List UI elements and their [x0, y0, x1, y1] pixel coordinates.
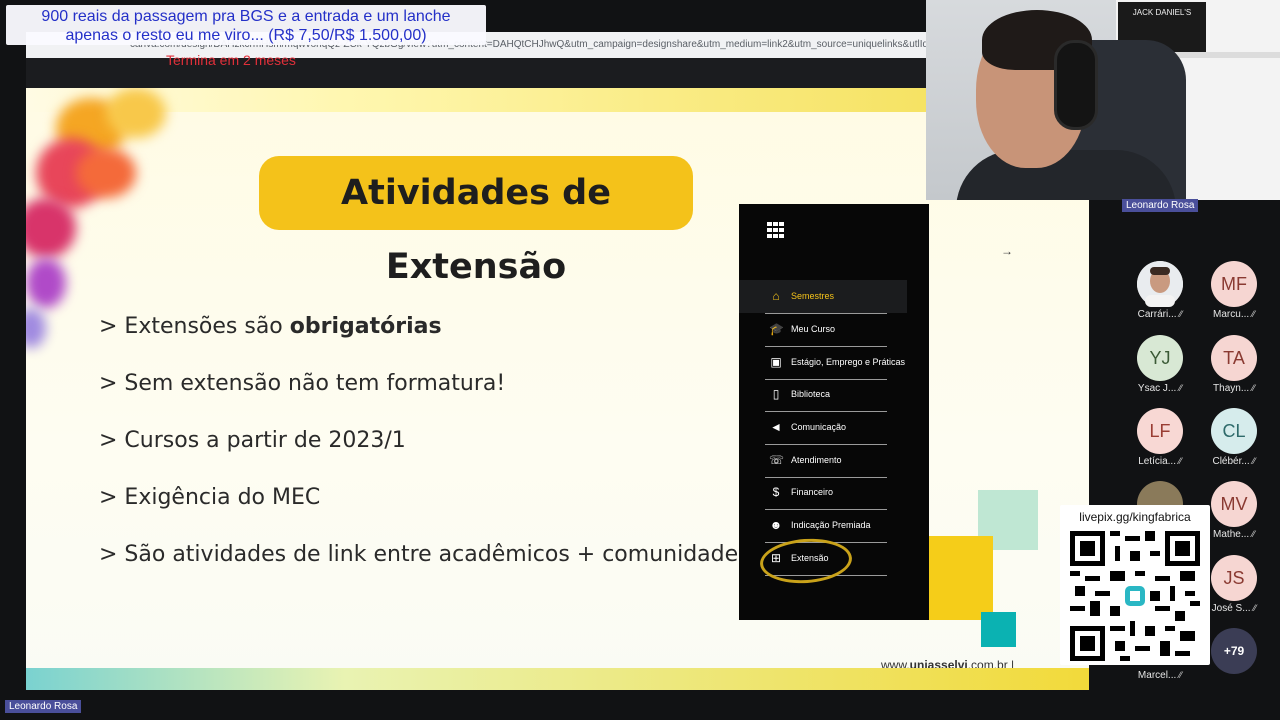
participant-name: José S...	[1211, 603, 1251, 614]
menu-item-financeiro[interactable]: $ Financeiro	[739, 476, 907, 509]
bullet-item: > Extensões são obrigatórias	[99, 314, 738, 371]
participant-name: Thayn...	[1213, 383, 1250, 394]
bullet-item: > São atividades de link entre acadêmico…	[99, 542, 738, 599]
arrow-icon: →	[1001, 244, 1013, 258]
bullet-text: > Sem extensão não tem formatura!	[99, 371, 506, 396]
mic-muted-icon: ⁄⁄	[1179, 309, 1183, 319]
menu-item-estagio[interactable]: ▣ Estágio, Emprego e Práticas	[739, 346, 907, 379]
participant-name: Ysac J...	[1137, 383, 1177, 394]
mic-muted-icon: ⁄⁄	[1251, 529, 1255, 539]
participant-tile[interactable]: MF Marcu... ⁄⁄	[1205, 261, 1263, 320]
participant-tile[interactable]: Marcel... ⁄⁄	[1131, 668, 1189, 681]
mic-muted-icon: ⁄⁄	[1179, 383, 1183, 393]
apps-grid-icon[interactable]	[767, 222, 785, 238]
participant-tile[interactable]: Carrári... ⁄⁄	[1131, 261, 1189, 320]
screen: canva.com/design/DAHzkcrmHsm/mqwvohqQz-Z…	[0, 0, 1280, 720]
participant-tile[interactable]: YJ Ysac J... ⁄⁄	[1131, 335, 1189, 394]
qr-code-panel: livepix.gg/kingfabrica	[1060, 505, 1210, 665]
briefcase-icon: ▣	[770, 355, 782, 369]
webcam-feed: JACK DANIEL'S	[926, 0, 1280, 200]
participant-name: Marcel...	[1137, 670, 1177, 681]
book-icon: ▯	[772, 387, 780, 401]
more-participants-button[interactable]: +79	[1211, 628, 1257, 674]
dollar-icon: $	[772, 485, 780, 499]
qr-code-icon	[1070, 531, 1200, 661]
slide-title: Atividades de Extensão	[259, 156, 693, 287]
webcam-name-tag: Leonardo Rosa	[1122, 199, 1199, 212]
avatar	[1137, 261, 1183, 307]
participant-name: Mathe...	[1213, 529, 1250, 540]
menu-item-label: Comunicação	[791, 422, 847, 432]
menu-item-biblioteca[interactable]: ▯ Biblioteca	[739, 378, 907, 411]
menu-item-label: Meu Curso	[791, 324, 836, 334]
menu-item-atendimento[interactable]: ☏ Atendimento	[739, 444, 907, 477]
avatar: MV	[1211, 481, 1257, 527]
qr-title: livepix.gg/kingfabrica	[1079, 510, 1191, 524]
avatar: JS	[1211, 555, 1257, 601]
bullet-item: > Exigência do MEC	[99, 485, 738, 542]
menu-item-comunicacao[interactable]: ◄ Comunicação	[739, 411, 907, 444]
participant-name: Carrári...	[1137, 309, 1177, 320]
presenter-name-tag: Leonardo Rosa	[5, 700, 82, 713]
participant-tile[interactable]: TA Thayn... ⁄⁄	[1205, 335, 1263, 394]
avatar: YJ	[1137, 335, 1183, 381]
bullet-text: > Extensões são	[99, 314, 290, 339]
menu-item-label: Atendimento	[791, 455, 842, 465]
menu-item-label: Estágio, Emprego e Práticas	[791, 357, 906, 367]
bullet-text: > São atividades de link entre acadêmico…	[99, 542, 739, 567]
participant-name: Letícia...	[1138, 456, 1176, 467]
participant-name: Clébér...	[1212, 456, 1250, 467]
menu-item-label: Indicação Premiada	[791, 520, 871, 530]
menu-item-label: Semestres	[791, 291, 835, 301]
webcam-person-body	[956, 150, 1176, 200]
graduation-cap-icon: 🎓	[769, 322, 784, 336]
bullet-text: > Exigência do MEC	[99, 485, 321, 510]
mic-muted-icon: ⁄⁄	[1251, 383, 1255, 393]
avatar: CL	[1211, 408, 1257, 454]
decor-square-teal	[981, 612, 1016, 647]
donation-line-2: apenas o resto eu me viro... (R$ 7,50/R$…	[65, 27, 427, 44]
bullet-item: > Sem extensão não tem formatura!	[99, 371, 738, 428]
avatar: TA	[1211, 335, 1257, 381]
menu-item-semestres[interactable]: ⌂ Semestres	[739, 280, 907, 313]
mic-muted-icon: ⁄⁄	[1178, 456, 1182, 466]
menu-item-label: Financeiro	[791, 487, 834, 497]
toolbar-strip	[26, 58, 926, 88]
house-icon: ⌂	[772, 289, 780, 303]
mic-muted-icon: ⁄⁄	[1252, 456, 1256, 466]
bullet-bold-text: obrigatórias	[289, 314, 442, 339]
headset-icon	[1054, 40, 1098, 130]
bullet-text: > Cursos a partir de 2023/1	[99, 428, 406, 453]
participant-tile[interactable]: MV Mathe... ⁄⁄	[1205, 481, 1263, 540]
slide-bottom-gradient	[26, 668, 1089, 690]
avatar: MF	[1211, 261, 1257, 307]
megaphone-icon: ◄	[770, 420, 782, 434]
participant-name: Marcu...	[1213, 309, 1250, 320]
menu-item-label: Biblioteca	[791, 389, 831, 399]
mic-muted-icon: ⁄⁄	[1179, 670, 1183, 680]
menu-item-meu-curso[interactable]: 🎓 Meu Curso	[739, 313, 907, 346]
participant-tile[interactable]: JS José S... ⁄⁄	[1205, 555, 1263, 614]
avatar: LF	[1137, 408, 1183, 454]
bullet-list: > Extensões são obrigatórias > Sem exten…	[99, 314, 738, 599]
participant-tile[interactable]: LF Letícia... ⁄⁄	[1131, 408, 1189, 467]
mic-muted-icon: ⁄⁄	[1253, 603, 1257, 613]
people-icon: ☻	[769, 518, 783, 532]
mic-muted-icon: ⁄⁄	[1251, 309, 1255, 319]
donation-line-1: 900 reais da passagem pra BGS e a entrad…	[41, 8, 451, 25]
phone-icon: ☏	[769, 453, 785, 467]
menu-item-indicacao[interactable]: ☻ Indicação Premiada	[739, 509, 907, 542]
person-photo-icon	[1137, 261, 1183, 307]
participant-tile[interactable]: CL Clébér... ⁄⁄	[1205, 408, 1263, 467]
bullet-item: > Cursos a partir de 2023/1	[99, 428, 738, 485]
donation-timer: Termina em 2 meses	[166, 52, 296, 68]
donation-goal-banner: 900 reais da passagem pra BGS e a entrad…	[6, 5, 486, 45]
